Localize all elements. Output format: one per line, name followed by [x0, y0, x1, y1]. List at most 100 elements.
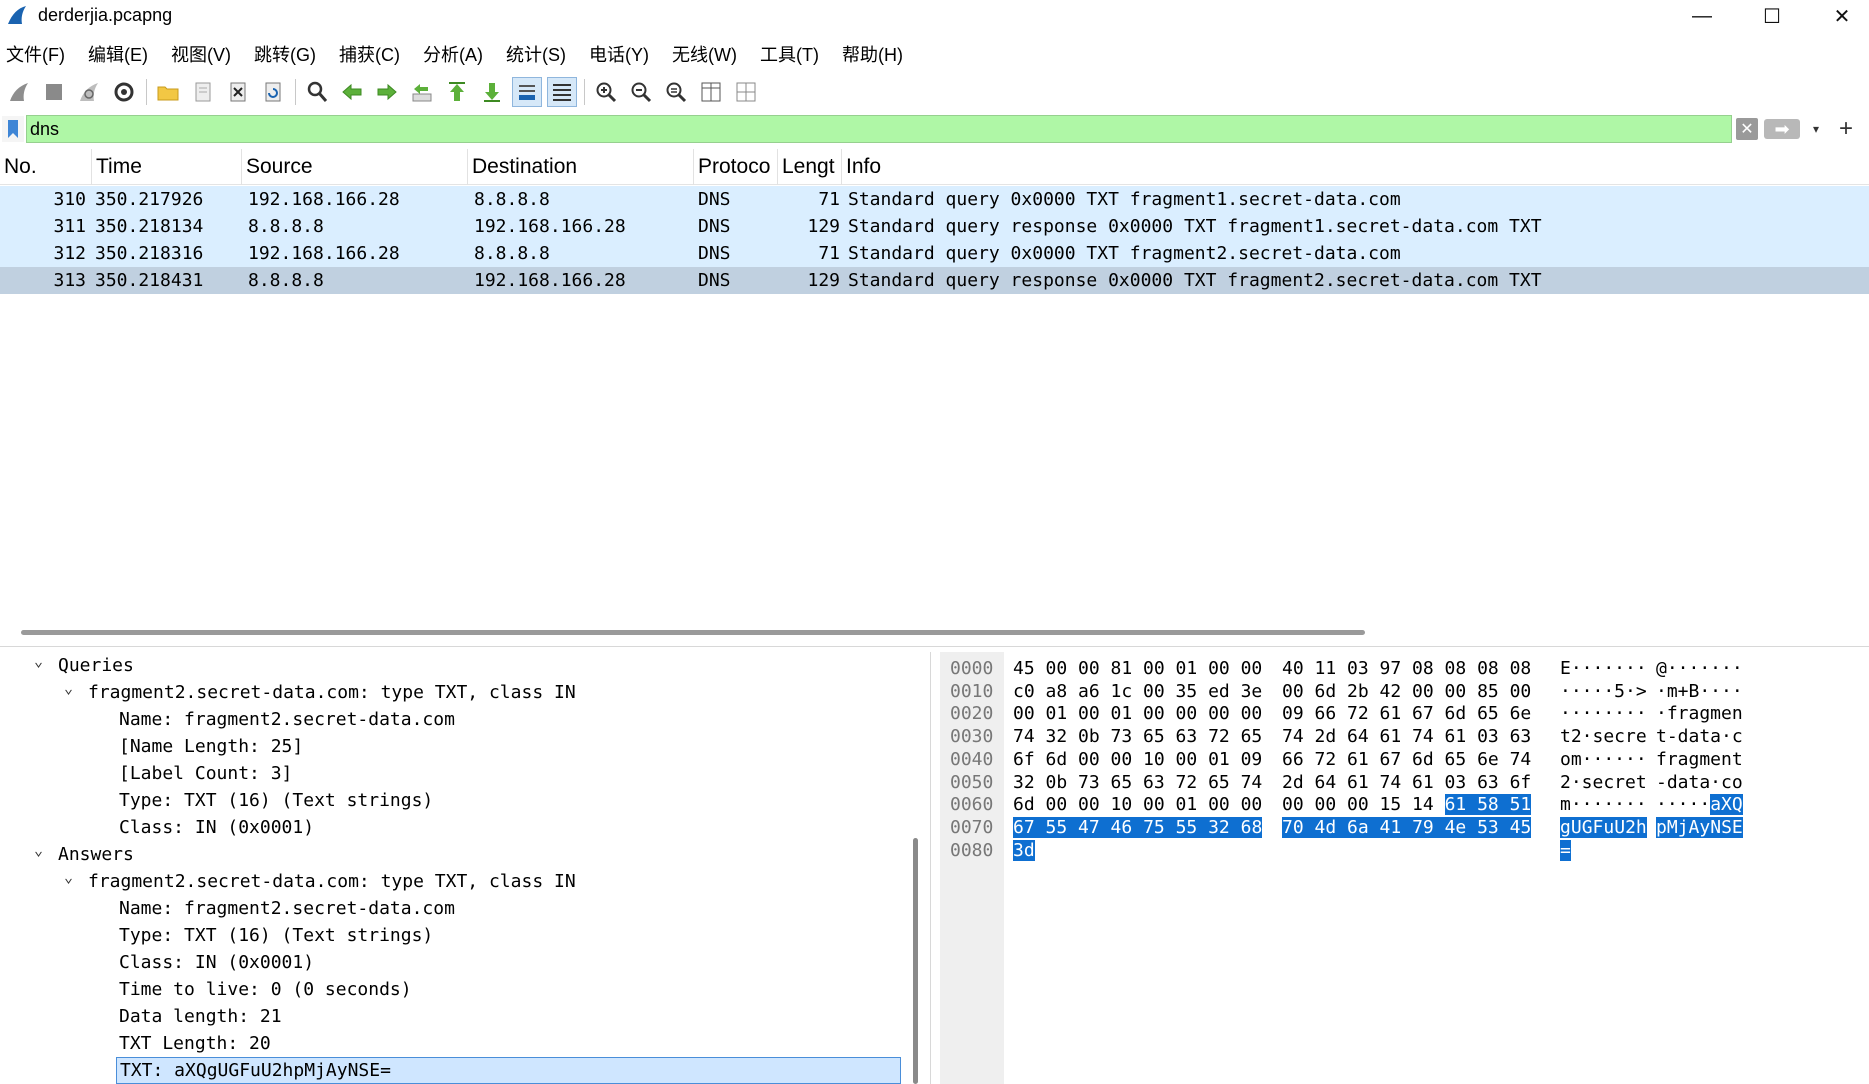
packet-row[interactable]: 310 350.217926 192.168.166.28 8.8.8.8 DNS 71 S…: [0, 186, 1869, 213]
hex-bytes-left[interactable]: 00 01 00 01 00 00 00 00: [1013, 703, 1262, 726]
hex-bytes-right[interactable]: 00 6d 2b 42 00 00 85 00: [1282, 681, 1531, 704]
details-field[interactable]: Class: IN (0x0001): [119, 949, 314, 976]
autoscroll-button[interactable]: [512, 77, 542, 107]
ascii-bytes-left[interactable]: ········: [1560, 703, 1647, 726]
ascii-bytes-right[interactable]: fragment: [1656, 749, 1743, 772]
details-field[interactable]: TXT Length: 20: [119, 1030, 271, 1057]
go-forward-button[interactable]: [372, 77, 402, 107]
details-field[interactable]: Time to live: 0 (0 seconds): [119, 976, 412, 1003]
zoom-reset-button[interactable]: [661, 77, 691, 107]
column-header-length[interactable]: Lengt: [778, 149, 842, 185]
ascii-bytes-left[interactable]: E·······: [1560, 658, 1647, 681]
close-file-button[interactable]: [223, 77, 253, 107]
details-record[interactable]: fragment2.secret-data.com: type TXT, cla…: [88, 868, 576, 895]
details-field[interactable]: [Name Length: 25]: [119, 733, 303, 760]
chevron-down-icon[interactable]: ⌄: [34, 837, 48, 864]
hex-bytes-left[interactable]: 67 55 47 46 75 55 32 68: [1013, 816, 1263, 840]
ascii-bytes-left[interactable]: t2·secre: [1560, 726, 1647, 749]
start-capture-button[interactable]: [4, 77, 34, 107]
hex-bytes-left[interactable]: 32 0b 73 65 63 72 65 74: [1013, 772, 1262, 795]
column-header-source[interactable]: Source: [242, 149, 468, 185]
zoom-in-button[interactable]: [591, 77, 621, 107]
menu-edit[interactable]: 编辑(E): [88, 41, 148, 67]
ascii-bytes-right[interactable]: t-data·c: [1656, 726, 1743, 749]
menu-go[interactable]: 跳转(G): [254, 41, 316, 67]
chevron-down-icon[interactable]: ⌄: [34, 648, 48, 675]
hex-bytes-left[interactable]: 6d 00 00 10 00 01 00 00: [1013, 794, 1262, 817]
ascii-bytes-right[interactable]: @·······: [1656, 658, 1743, 681]
hex-bytes-left[interactable]: 3d: [1013, 839, 1035, 863]
pane-divider[interactable]: [0, 646, 1869, 647]
packet-row[interactable]: 311 350.218134 8.8.8.8 192.168.166.28 DNS 129…: [0, 213, 1869, 240]
first-packet-button[interactable]: [442, 77, 472, 107]
layout-button[interactable]: [731, 77, 761, 107]
menu-analyze[interactable]: 分析(A): [423, 41, 483, 67]
packet-row[interactable]: 313 350.218431 8.8.8.8 192.168.166.28 DNS 129…: [0, 267, 1869, 294]
ascii-bytes-left[interactable]: om······: [1560, 749, 1647, 772]
column-header-protocol[interactable]: Protoco: [694, 149, 778, 185]
ascii-bytes-left[interactable]: 2·secret: [1560, 772, 1647, 795]
stop-capture-button[interactable]: [39, 77, 69, 107]
ascii-bytes-right[interactable]: ·····aXQ: [1656, 794, 1743, 817]
display-filter-input[interactable]: dns: [26, 115, 1732, 143]
capture-options-button[interactable]: [109, 77, 139, 107]
packet-list-horizontal-scrollbar[interactable]: [21, 630, 1365, 635]
packet-row[interactable]: 312 350.218316 192.168.166.28 8.8.8.8 DNS 71 S…: [0, 240, 1869, 267]
details-field[interactable]: TXT: aXQgUGFuU2hpMjAyNSE=: [116, 1057, 901, 1084]
maximize-button[interactable]: ☐: [1742, 0, 1802, 32]
pane-splitter[interactable]: [930, 652, 931, 1084]
find-packet-button[interactable]: [302, 77, 332, 107]
details-field[interactable]: Name: fragment2.secret-data.com: [119, 895, 455, 922]
hex-bytes-right[interactable]: 70 4d 6a 41 79 4e 53 45: [1282, 816, 1532, 840]
filter-clear-button[interactable]: ✕: [1736, 118, 1758, 140]
filter-history-dropdown[interactable]: ▾: [1806, 119, 1826, 139]
menu-wireless[interactable]: 无线(W): [672, 41, 737, 67]
column-header-destination[interactable]: Destination: [468, 149, 694, 185]
resize-columns-button[interactable]: [696, 77, 726, 107]
menu-capture[interactable]: 捕获(C): [339, 41, 400, 67]
ascii-bytes-right[interactable]: -data·co: [1656, 772, 1743, 795]
minimize-button[interactable]: —: [1672, 0, 1732, 32]
hex-bytes-left[interactable]: 45 00 00 81 00 01 00 00: [1013, 658, 1262, 681]
hex-bytes-left[interactable]: 74 32 0b 73 65 63 72 65: [1013, 726, 1262, 749]
details-field[interactable]: Type: TXT (16) (Text strings): [119, 922, 433, 949]
close-button[interactable]: ✕: [1812, 0, 1869, 32]
chevron-down-icon[interactable]: ⌄: [64, 864, 78, 891]
ascii-bytes-right[interactable]: ·fragmen: [1656, 703, 1743, 726]
ascii-bytes-left[interactable]: m·······: [1560, 794, 1647, 817]
hex-bytes-left[interactable]: 6f 6d 00 00 10 00 01 09: [1013, 749, 1262, 772]
hex-bytes-right[interactable]: 40 11 03 97 08 08 08 08: [1282, 658, 1531, 681]
reload-file-button[interactable]: [258, 77, 288, 107]
menu-telephony[interactable]: 电话(Y): [589, 41, 649, 67]
details-vertical-scrollbar[interactable]: [913, 838, 918, 1084]
filter-apply-button[interactable]: ➡: [1764, 119, 1800, 139]
ascii-bytes-left[interactable]: ·····5·>: [1560, 681, 1647, 704]
ascii-bytes-left[interactable]: =: [1560, 839, 1571, 863]
hex-bytes-right[interactable]: 66 72 61 67 6d 65 6e 74: [1282, 749, 1531, 772]
colorize-button[interactable]: [547, 77, 577, 107]
column-header-time[interactable]: Time: [92, 149, 242, 185]
hex-bytes-right[interactable]: 74 2d 64 61 74 61 03 63: [1282, 726, 1531, 749]
menu-statistics[interactable]: 统计(S): [506, 41, 566, 67]
save-file-button[interactable]: [188, 77, 218, 107]
ascii-bytes-left[interactable]: gUGFuU2h: [1560, 816, 1647, 840]
details-field[interactable]: Data length: 21: [119, 1003, 282, 1030]
filter-bookmark-button[interactable]: [2, 116, 24, 142]
details-field[interactable]: Name: fragment2.secret-data.com: [119, 706, 455, 733]
details-field[interactable]: [Label Count: 3]: [119, 760, 292, 787]
hex-bytes-right[interactable]: 00 00 00 15 14 61 58 51: [1282, 794, 1532, 817]
restart-capture-button[interactable]: [74, 77, 104, 107]
details-field[interactable]: Type: TXT (16) (Text strings): [119, 787, 433, 814]
go-back-button[interactable]: [337, 77, 367, 107]
details-record[interactable]: fragment2.secret-data.com: type TXT, cla…: [88, 679, 576, 706]
column-header-info[interactable]: Info: [842, 149, 1869, 185]
menu-tools[interactable]: 工具(T): [760, 41, 819, 67]
last-packet-button[interactable]: [477, 77, 507, 107]
go-to-packet-button[interactable]: [407, 77, 437, 107]
menu-view[interactable]: 视图(V): [171, 41, 231, 67]
ascii-bytes-right[interactable]: pMjAyNSE: [1656, 816, 1743, 840]
chevron-down-icon[interactable]: ⌄: [64, 675, 78, 702]
add-filter-button[interactable]: +: [1832, 115, 1860, 143]
menu-file[interactable]: 文件(F): [6, 41, 65, 67]
column-header-no[interactable]: No.: [0, 149, 92, 185]
